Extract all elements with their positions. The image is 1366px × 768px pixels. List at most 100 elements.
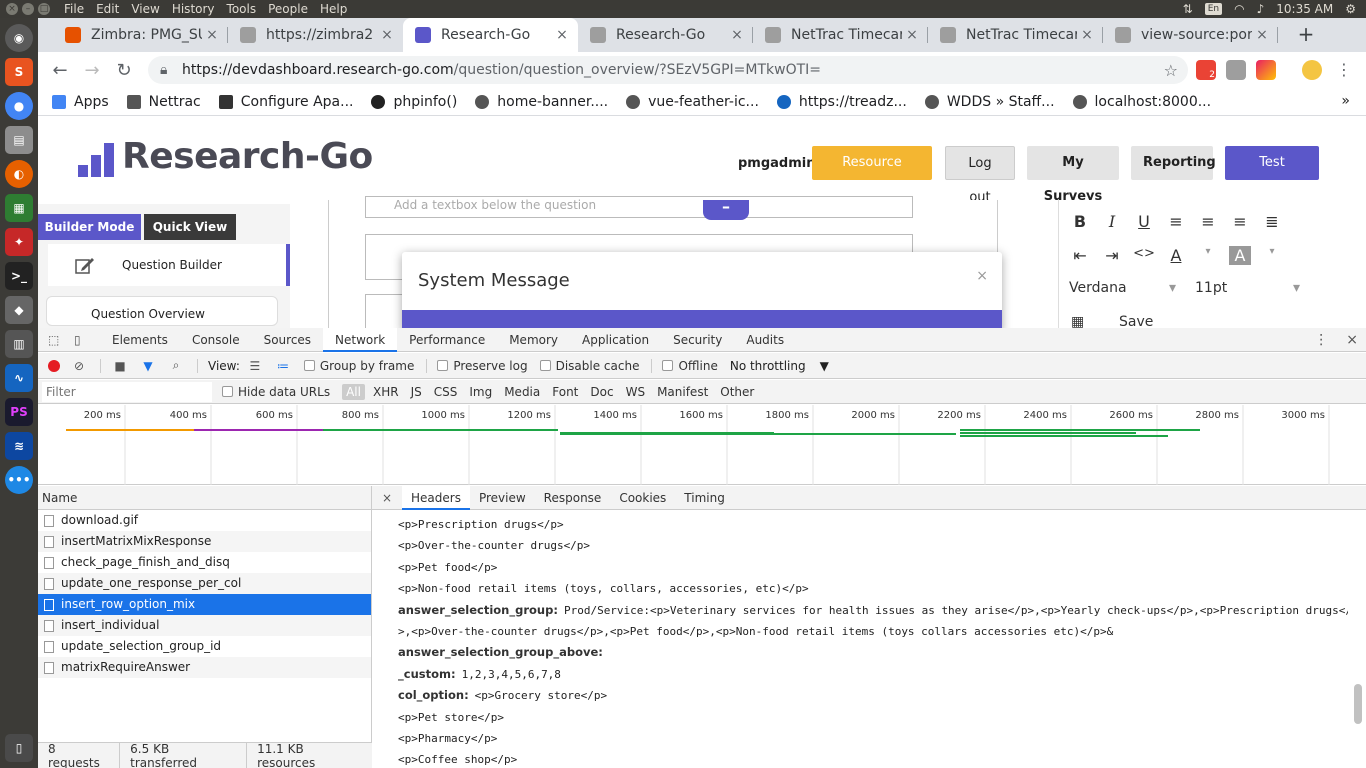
filter-type-ws[interactable]: WS — [622, 384, 649, 400]
question-builder-item[interactable]: Question Builder — [48, 244, 290, 286]
hide-data-urls-checkbox[interactable]: Hide data URLs — [222, 385, 330, 399]
monitor-icon[interactable]: ∿ — [5, 364, 33, 392]
filter-type-css[interactable]: CSS — [430, 384, 462, 400]
align-right-icon[interactable]: ≡ — [1229, 212, 1251, 231]
align-center-icon[interactable]: ≡ — [1197, 212, 1219, 231]
camera-extension-icon[interactable] — [1226, 60, 1246, 80]
detail-tab-headers[interactable]: Headers — [402, 485, 470, 510]
devtools-menu-icon[interactable]: ⋮ — [1314, 328, 1328, 352]
filter-type-other[interactable]: Other — [716, 384, 758, 400]
preserve-log-checkbox[interactable]: Preserve log — [437, 359, 528, 373]
firefox-icon[interactable]: ◐ — [5, 160, 33, 188]
builder-mode-button[interactable]: Builder Mode — [38, 214, 141, 240]
trash-icon[interactable]: ▯ — [5, 734, 33, 762]
settings-tool-icon[interactable]: ✦ — [5, 228, 33, 256]
filter-type-xhr[interactable]: XHR — [369, 384, 403, 400]
question-overview-item[interactable]: Question Overview — [46, 296, 278, 326]
filter-input[interactable] — [42, 381, 212, 402]
request-row[interactable]: check_page_finish_and_disq — [38, 552, 371, 573]
close-icon[interactable]: × — [727, 27, 747, 43]
terminal-icon[interactable]: >_ — [5, 262, 33, 290]
filter-type-img[interactable]: Img — [465, 384, 496, 400]
waterfall-view-icon[interactable]: ≔ — [276, 359, 290, 373]
devtools-tab-audits[interactable]: Audits — [734, 328, 796, 352]
list-view-icon[interactable]: ☰ — [248, 359, 262, 373]
chrome-icon[interactable]: ● — [5, 92, 33, 120]
close-icon[interactable]: × — [372, 491, 402, 505]
italic-icon[interactable]: I — [1101, 212, 1123, 231]
request-row[interactable]: insert_individual — [38, 615, 371, 636]
browser-tab[interactable]: NetTrac Timecar × — [753, 18, 928, 52]
power-icon[interactable]: ⚙ — [1345, 2, 1356, 16]
disable-cache-checkbox[interactable]: Disable cache — [539, 359, 639, 373]
request-row[interactable]: matrixRequireAnswer — [38, 657, 371, 678]
window-minimize-icon[interactable]: – — [22, 3, 34, 15]
devtools-tab-memory[interactable]: Memory — [497, 328, 570, 352]
align-left-icon[interactable]: ≡ — [1165, 212, 1187, 231]
chevron-down-icon[interactable]: ▾ — [1197, 246, 1219, 265]
close-icon[interactable]: × — [377, 27, 397, 43]
transfer-icon[interactable]: ⇅ — [1183, 2, 1193, 16]
inspect-element-icon[interactable]: ⬚ — [48, 333, 64, 347]
devtools-tab-performance[interactable]: Performance — [397, 328, 497, 352]
reporting-button[interactable]: Reporting — [1131, 146, 1216, 180]
group-by-frame-checkbox[interactable]: Group by frame — [303, 359, 414, 373]
bold-icon[interactable]: B — [1069, 212, 1091, 231]
screenshot-camera-icon[interactable]: ■ — [113, 359, 127, 373]
clear-icon[interactable]: ⊘ — [72, 359, 86, 373]
extension-badge-icon[interactable]: 2 — [1196, 60, 1216, 80]
logout-button[interactable]: Log out — [945, 146, 1015, 205]
filter-type-manifest[interactable]: Manifest — [653, 384, 712, 400]
devtools-tab-network[interactable]: Network — [323, 327, 398, 352]
workbench-icon[interactable]: ≋ — [5, 432, 33, 460]
throttling-select[interactable]: No throttling — [730, 359, 806, 373]
search-icon[interactable]: ⌕ — [169, 358, 183, 373]
back-icon[interactable]: ← — [44, 60, 76, 81]
name-column-header[interactable]: Name — [38, 486, 371, 510]
menu-item-tools[interactable]: Tools — [227, 2, 257, 16]
menu-item-edit[interactable]: Edit — [96, 2, 119, 16]
bookmark-item[interactable]: home-banner.... — [475, 94, 608, 110]
spreadsheet-icon[interactable]: ▦ — [5, 194, 33, 222]
reload-icon[interactable]: ↻ — [108, 60, 140, 81]
browser-tab[interactable]: Research-Go × — [403, 18, 578, 52]
source-code-icon[interactable]: <> — [1133, 246, 1155, 265]
request-row[interactable]: update_selection_group_id — [38, 636, 371, 657]
resource-centre-button[interactable]: Resource Centre — [812, 146, 932, 204]
close-icon[interactable]: × — [976, 268, 988, 284]
bookmark-item[interactable]: WDDS » Staff... — [924, 94, 1055, 110]
browser-menu-icon[interactable]: ⋮ — [1334, 60, 1354, 80]
color-extension-icon[interactable] — [1256, 60, 1276, 80]
timeline-overview[interactable]: 200 ms 400 ms 600 ms 800 ms 1000 ms 1200 ms 14… — [38, 405, 1366, 485]
bookmark-item[interactable]: vue-feather-ic... — [626, 94, 759, 110]
keyboard-layout-indicator[interactable]: En — [1204, 3, 1223, 15]
browser-tab[interactable]: view-source:por × — [1103, 18, 1278, 52]
dash-icon[interactable]: ◉ — [5, 24, 33, 52]
request-row[interactable]: update_one_response_per_col — [38, 573, 371, 594]
record-icon[interactable] — [48, 359, 60, 372]
clock[interactable]: 10:35 AM — [1276, 2, 1333, 16]
close-icon[interactable]: × — [1077, 27, 1097, 43]
address-bar[interactable]: 🔒︎ https://devdashboard.research-go.com /… — [148, 56, 1188, 84]
offline-checkbox[interactable]: Offline — [662, 359, 718, 373]
calculator-icon[interactable]: ▥ — [5, 330, 33, 358]
detail-tab-cookies[interactable]: Cookies — [610, 486, 675, 510]
filter-type-js[interactable]: JS — [407, 384, 426, 400]
my-surveys-button[interactable]: My Surveys — [1027, 146, 1119, 204]
detail-scrollbar[interactable] — [1354, 514, 1362, 768]
profile-avatar[interactable] — [1302, 60, 1322, 80]
menu-item-view[interactable]: View — [131, 2, 159, 16]
bookmark-item[interactable]: https://treadz... — [776, 94, 907, 110]
wifi-icon[interactable]: ◠ — [1234, 2, 1244, 16]
save-button[interactable]: Save — [1119, 314, 1153, 328]
font-size-select[interactable]: 11pt — [1195, 280, 1227, 296]
close-icon[interactable]: × — [202, 27, 222, 43]
bookmark-item[interactable]: Apps — [52, 94, 109, 110]
forward-icon[interactable]: → — [76, 60, 108, 81]
request-row[interactable]: download.gif — [38, 510, 371, 531]
browser-tab[interactable]: Research-Go × — [578, 18, 753, 52]
detail-tab-timing[interactable]: Timing — [675, 486, 734, 510]
devtools-tab-application[interactable]: Application — [570, 328, 661, 352]
font-family-select[interactable]: Verdana — [1069, 280, 1127, 296]
request-row[interactable]: insert_row_option_mix — [38, 594, 371, 615]
